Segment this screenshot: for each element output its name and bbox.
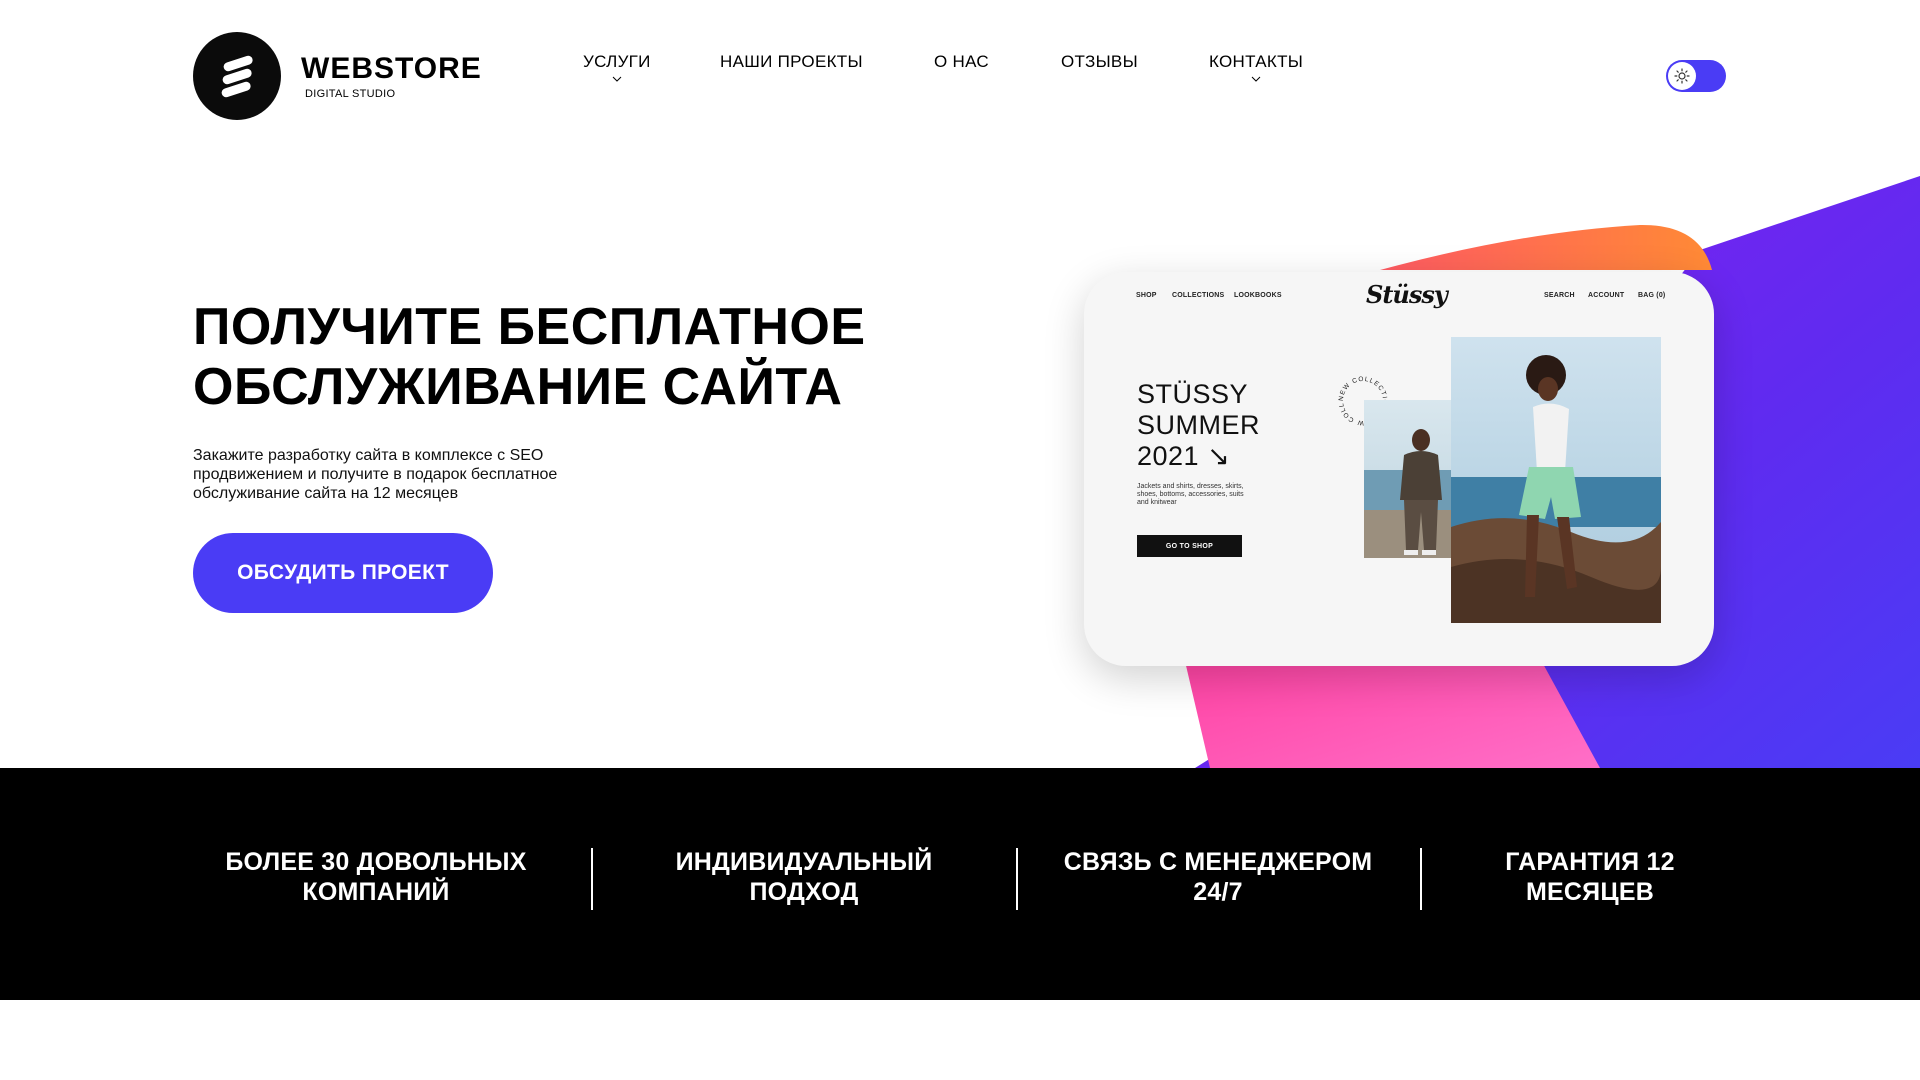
mockup-photo-woman (1451, 337, 1661, 623)
nav-item-label: УСЛУГИ (583, 52, 651, 71)
nav-item-label: ОТЗЫВЫ (1061, 52, 1138, 71)
nav-item-label: КОНТАКТЫ (1209, 52, 1304, 71)
benefit-divider (591, 848, 593, 910)
benefit-line: ИНДИВИДУАЛЬНЫЙ (675, 848, 933, 876)
mockup-nav-shop: SHOP (1136, 292, 1157, 299)
mockup-headline-line2: SUMMER (1137, 410, 1260, 440)
benefit-individual-approach: ИНДИВИДУАЛЬНЫЙ ПОДХОД (624, 847, 984, 907)
benefit-line: ГАРАНТИЯ 12 (1505, 848, 1675, 876)
hero-title-line1: ПОЛУЧИТЕ БЕСПЛАТНОЕ (193, 298, 866, 356)
mockup-body-text: Jackets and shirts, dresses, skirts, sho… (1137, 483, 1244, 506)
hero-description: Закажите разработку сайта в комплексе с … (193, 447, 558, 502)
benefit-line: 24/7 (1193, 878, 1243, 906)
sun-icon (1668, 62, 1696, 90)
nav-item-about[interactable]: О НАС (934, 52, 989, 72)
mockup-nav-lookbooks: LOOKBOOKS (1234, 292, 1282, 299)
benefit-divider (1016, 848, 1018, 910)
benefit-line: МЕСЯЦЕВ (1526, 878, 1654, 906)
theme-toggle[interactable] (1666, 60, 1726, 92)
benefit-line: ПОДХОД (749, 878, 859, 906)
benefit-manager-247: СВЯЗЬ С МЕНЕДЖЕРОМ 24/7 (1038, 847, 1398, 907)
site-header: WEBSTORE DIGITAL STUDIO УСЛУГИ НАШИ ПРОЕ… (0, 0, 1920, 140)
nav-item-projects[interactable]: НАШИ ПРОЕКТЫ (720, 52, 863, 72)
nav-item-services[interactable]: УСЛУГИ (583, 52, 651, 84)
benefit-line: БОЛЕЕ 30 ДОВОЛЬНЫХ (225, 848, 527, 876)
mockup-nav-account: ACCOUNT (1588, 292, 1625, 299)
mockup-nav-search: SEARCH (1544, 292, 1575, 299)
benefit-line: СВЯЗЬ С МЕНЕДЖЕРОМ (1063, 848, 1373, 876)
orange-shape (1380, 224, 1712, 270)
discuss-project-button[interactable]: ОБСУДИТЬ ПРОЕКТ (193, 533, 493, 613)
brand-name: WEBSTORE (301, 52, 482, 85)
chevron-down-icon (612, 76, 622, 82)
benefit-line: КОМПАНИЙ (302, 878, 450, 906)
mockup-nav-collections: COLLECTIONS (1172, 292, 1225, 299)
website-mockup: SHOP COLLECTIONS LOOKBOOKS Stüssy SEARCH… (1084, 272, 1714, 666)
logo-mark-icon (193, 32, 281, 120)
benefits-band: БОЛЕЕ 30 ДОВОЛЬНЫХ КОМПАНИЙ ИНДИВИДУАЛЬН… (0, 768, 1920, 1000)
nav-item-reviews[interactable]: ОТЗЫВЫ (1061, 52, 1138, 72)
benefit-guarantee: ГАРАНТИЯ 12 МЕСЯЦЕВ (1440, 847, 1740, 907)
mockup-headline-line1: STÜSSY (1137, 379, 1249, 409)
nav-item-label: О НАС (934, 52, 989, 71)
mockup-logo: Stüssy (1366, 280, 1448, 309)
mockup-nav-bag: BAG (0) (1638, 292, 1666, 299)
mockup-headline-line3: 2021 ↘ (1137, 441, 1231, 471)
hero-title: ПОЛУЧИТЕ БЕСПЛАТНОЕ ОБСЛУЖИВАНИЕ САЙТА (193, 297, 913, 417)
benefit-clients: БОЛЕЕ 30 ДОВОЛЬНЫХ КОМПАНИЙ (196, 847, 556, 907)
chevron-down-icon (1251, 76, 1261, 82)
benefit-divider (1420, 848, 1422, 910)
nav-item-contacts[interactable]: КОНТАКТЫ (1209, 52, 1303, 84)
nav-item-label: НАШИ ПРОЕКТЫ (720, 52, 863, 71)
brand-logo[interactable]: WEBSTORE DIGITAL STUDIO (193, 32, 482, 120)
mockup-go-to-shop-button: GO TO SHOP (1137, 535, 1242, 557)
mockup-headline: STÜSSY SUMMER 2021 ↘ (1137, 379, 1260, 472)
hero-title-line2: ОБСЛУЖИВАНИЕ САЙТА (193, 358, 843, 416)
brand-tagline: DIGITAL STUDIO (305, 88, 396, 100)
